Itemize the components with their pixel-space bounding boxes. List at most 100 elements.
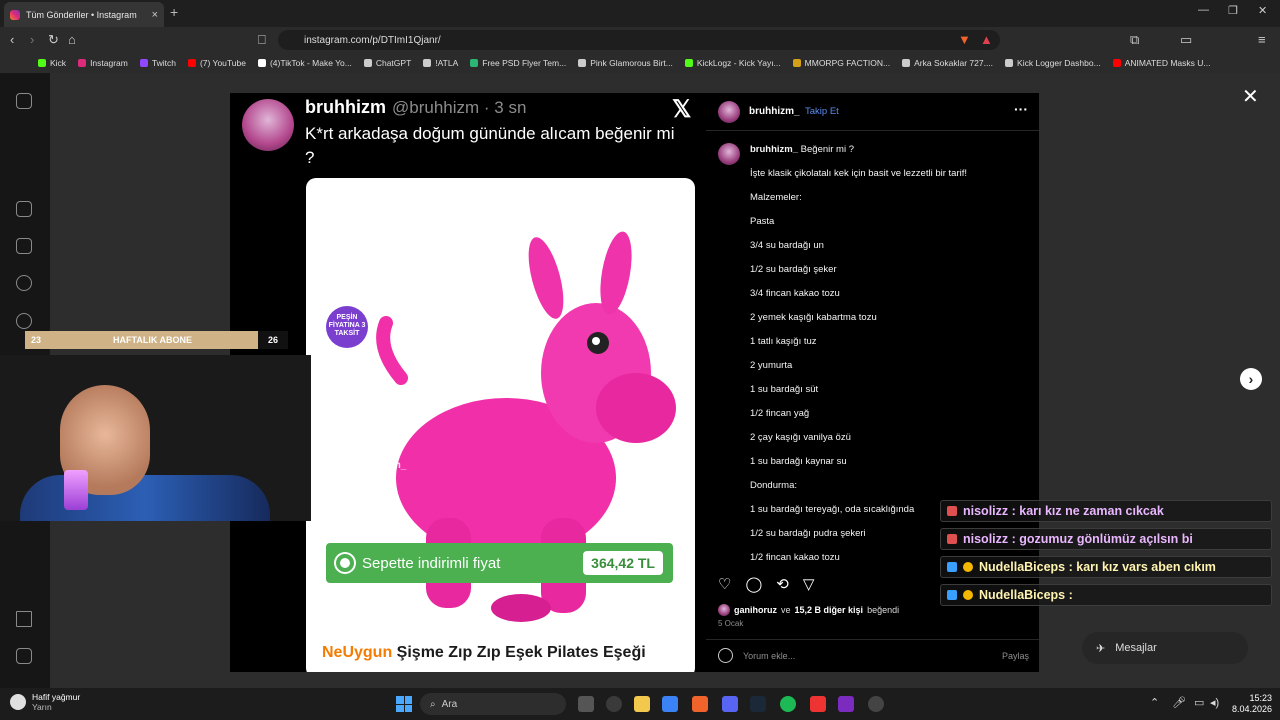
- steam-app-icon[interactable]: [750, 696, 766, 712]
- likes-count[interactable]: 15,2 B diğer kişi: [795, 605, 864, 615]
- weather-widget[interactable]: Hafif yağmur Yarın: [10, 692, 80, 712]
- bookmark-item[interactable]: Arka Sokaklar 727....: [902, 58, 993, 68]
- more-menu-icon[interactable]: [16, 611, 32, 627]
- taskbar-search-label: Ara: [441, 698, 458, 710]
- back-icon[interactable]: ‹: [10, 32, 14, 47]
- taskbar-search[interactable]: ⌕ Ara: [420, 693, 566, 715]
- caption-username[interactable]: bruhhizm_: [750, 144, 798, 155]
- direct-icon[interactable]: [16, 275, 32, 291]
- chat-message: nisolizz : karı kız ne zaman cıkcak: [940, 500, 1272, 522]
- close-modal-icon[interactable]: ✕: [1242, 84, 1259, 109]
- avatar[interactable]: [718, 101, 740, 123]
- discord-icon[interactable]: [722, 696, 738, 712]
- chat-overlay: nisolizz : karı kız ne zaman cıkcak niso…: [940, 500, 1272, 612]
- settings-gear-icon[interactable]: [868, 696, 884, 712]
- bookmark-item[interactable]: Free PSD Flyer Tem...: [470, 58, 566, 68]
- post-comment-button[interactable]: Paylaş: [1002, 651, 1029, 661]
- bookmark-item[interactable]: MMORPG FACTION...: [792, 58, 890, 68]
- product-image: PEŞİN FİYATINA 3 TAKSİT @bruhhizm_ Sepet…: [306, 178, 695, 672]
- sidebar-icon[interactable]: ▭: [1180, 32, 1192, 48]
- edge-icon[interactable]: [662, 696, 678, 712]
- menu-icon[interactable]: ≡: [1258, 32, 1266, 47]
- tray-chevron-icon[interactable]: ⌃: [1150, 696, 1166, 712]
- bookmark-item[interactable]: (7) YouTube: [187, 58, 246, 68]
- rewards-icon[interactable]: ▲: [980, 32, 993, 47]
- bookmark-item[interactable]: Pink Glamorous Birt...: [578, 58, 673, 68]
- bookmark-item[interactable]: KickLogz - Kick Yayı...: [684, 58, 781, 68]
- bookmark-item[interactable]: Twitch: [139, 58, 176, 68]
- likes-summary: ganihoruz ve 15,2 B diğer kişi beğendi: [718, 604, 899, 616]
- brave-shield-icon[interactable]: ▼: [958, 32, 971, 47]
- price-label: Sepette indirimli fiyat: [362, 554, 501, 572]
- bookmark-item[interactable]: Instagram: [78, 58, 128, 68]
- messages-button[interactable]: ✈ Mesajlar: [1082, 632, 1248, 664]
- tweet-handle: @bruhhizm · 3 sn: [392, 98, 527, 117]
- sub-current: 23: [30, 335, 41, 345]
- comment-icon[interactable]: ◯: [745, 575, 762, 593]
- bookmark-item[interactable]: ANIMATED Masks U...: [1112, 58, 1210, 68]
- steam-icon[interactable]: [606, 696, 622, 712]
- spotify-icon[interactable]: [780, 696, 796, 712]
- bookmark-icon[interactable]: ⎕: [258, 32, 266, 48]
- tweet-avatar: [242, 99, 294, 151]
- liker-username[interactable]: ganihoruz: [734, 605, 777, 615]
- caption-line: Pasta: [750, 216, 775, 227]
- post-username[interactable]: bruhhizm_: [749, 106, 800, 117]
- like-heart-icon[interactable]: ♡: [718, 575, 731, 593]
- repost-icon[interactable]: ⟲: [776, 575, 789, 593]
- obs-icon[interactable]: [810, 696, 826, 712]
- home-icon[interactable]: ⌂: [68, 32, 76, 47]
- price-bar: Sepette indirimli fiyat 364,42 TL: [326, 543, 673, 583]
- bookmark-favicon-icon: [792, 59, 801, 67]
- maximize-icon[interactable]: ❐: [1228, 4, 1238, 17]
- emoji-icon[interactable]: [718, 648, 733, 663]
- instagram-logo-icon[interactable]: [16, 93, 32, 109]
- minimize-icon[interactable]: —: [1198, 4, 1209, 16]
- tab-close-icon[interactable]: ×: [152, 9, 158, 21]
- meta-apps-icon[interactable]: [16, 648, 32, 664]
- system-clock[interactable]: 15:23 8.04.2026: [1228, 693, 1272, 715]
- bookmark-item[interactable]: ChatGPT: [363, 58, 411, 68]
- volume-icon[interactable]: ◂): [1210, 696, 1226, 712]
- caption-line: 1/2 fincan yağ: [750, 408, 810, 419]
- caption-line: 1 su bardağı kaynar su: [750, 456, 847, 467]
- bookmark-favicon-icon: [578, 59, 587, 67]
- share-send-icon[interactable]: ▽: [803, 575, 815, 593]
- brave-icon[interactable]: [692, 696, 708, 712]
- bookmark-item[interactable]: Kick: [38, 58, 66, 68]
- microphone-icon[interactable]: 🎤︎: [1172, 696, 1188, 712]
- streamer-shirt: [20, 475, 270, 521]
- product-title: NeUygun Şişme Zıp Zıp Eşek Pilates Eşeği: [322, 644, 646, 662]
- chat-text: nisolizz : gozumuz gönlümüz açılsın bi: [963, 532, 1193, 546]
- clock-date: 8.04.2026: [1231, 704, 1272, 714]
- app-icon[interactable]: [838, 696, 854, 712]
- reels-icon[interactable]: [16, 238, 32, 254]
- window-close-icon[interactable]: ✕: [1258, 4, 1267, 17]
- sub-goal-bar: 23 HAFTALIK ABONE 26: [25, 331, 288, 349]
- taskbar: Hafif yağmur Yarın ⌕ Ara ⌃ 🎤︎ ▭ ◂) 15:23 …: [0, 688, 1280, 720]
- bookmark-item[interactable]: Kick Logger Dashbo...: [1005, 58, 1101, 68]
- extensions-icon[interactable]: ⧉: [1130, 32, 1139, 48]
- file-explorer-icon[interactable]: [634, 696, 650, 712]
- network-icon[interactable]: ▭: [1194, 696, 1210, 712]
- address-bar[interactable]: instagram.com/p/DTImI1Qjanr/: [278, 30, 1000, 50]
- search-icon[interactable]: [16, 313, 32, 329]
- new-tab-button[interactable]: +: [170, 4, 178, 20]
- pink-horse-illustration: [376, 231, 676, 622]
- bookmark-item[interactable]: (4)TikTok - Make Yo...: [257, 58, 352, 68]
- bookmark-favicon-icon: [257, 59, 266, 67]
- tab-instagram[interactable]: Tüm Gönderiler • Instagram ×: [4, 2, 164, 27]
- home-nav-icon[interactable]: [16, 201, 32, 217]
- bookmark-item[interactable]: !ATLA: [423, 58, 458, 68]
- next-post-icon[interactable]: ›: [1240, 368, 1262, 390]
- forward-icon[interactable]: ›: [30, 32, 34, 47]
- follow-button[interactable]: Takip Et: [805, 106, 839, 117]
- windows-start-icon[interactable]: [396, 696, 412, 712]
- chat-text: NudellaBiceps : karı kız vars aben cıkım: [979, 560, 1216, 574]
- task-view-icon[interactable]: [578, 696, 594, 712]
- more-options-icon[interactable]: ···: [1014, 101, 1028, 117]
- comment-input[interactable]: Yorum ekle...: [743, 651, 795, 661]
- caption-avatar[interactable]: [718, 143, 740, 165]
- tab-bar: Tüm Gönderiler • Instagram × + — ❐ ✕: [0, 0, 1280, 27]
- reload-icon[interactable]: ↻: [48, 32, 59, 48]
